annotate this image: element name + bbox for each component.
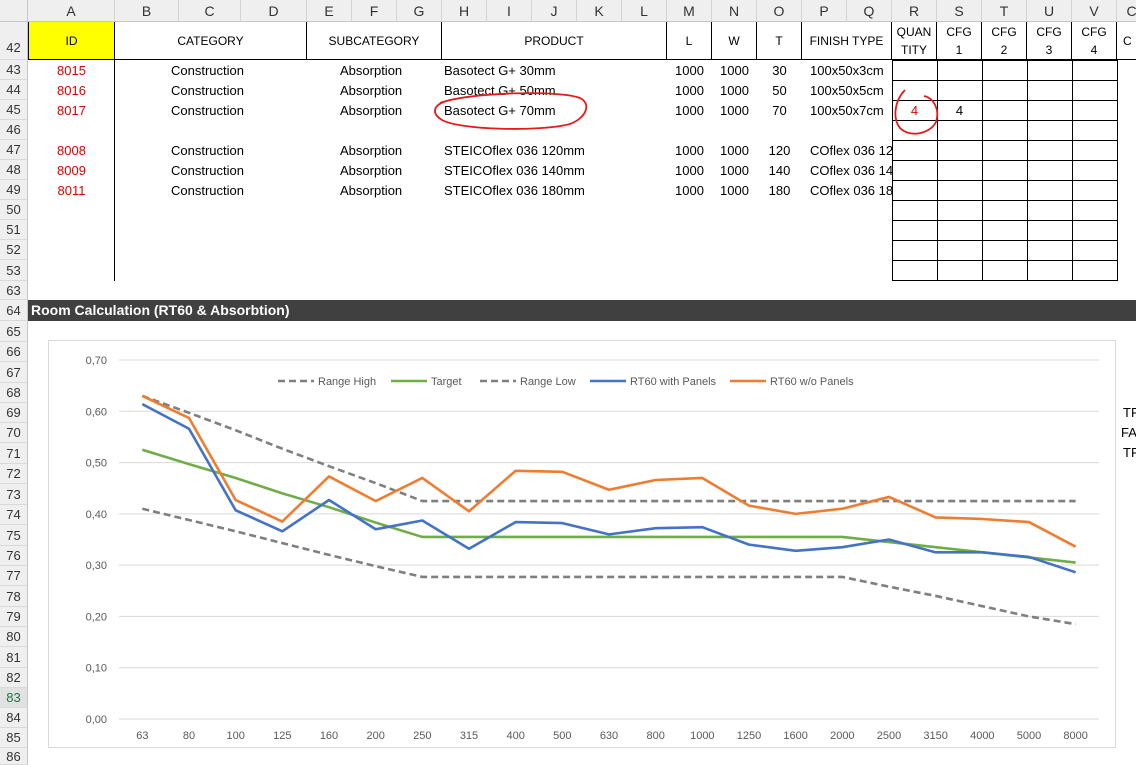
side-label-2: FA	[1121, 425, 1136, 440]
row-header-73[interactable]: 73	[0, 484, 28, 505]
y-tick-label: 0,20	[86, 611, 107, 623]
x-tick-label: 8000	[1063, 730, 1087, 742]
side-label-3: TF	[1123, 445, 1136, 460]
row-header-80[interactable]: 80	[0, 627, 28, 647]
x-tick-label: 3150	[923, 730, 947, 742]
y-tick-label: 0,60	[86, 406, 107, 418]
x-tick-label: 2000	[830, 730, 854, 742]
x-tick-label: 80	[183, 730, 195, 742]
x-tick-label: 800	[646, 730, 664, 742]
y-tick-label: 0,10	[86, 663, 107, 675]
y-tick-label: 0,70	[86, 355, 107, 367]
row-header-71[interactable]: 71	[0, 443, 28, 464]
row-header-82[interactable]: 82	[0, 668, 28, 688]
series-line-target	[141, 448, 1076, 564]
row-header-77[interactable]: 77	[0, 566, 28, 586]
legend-label: Target	[431, 376, 462, 388]
x-tick-label: 2500	[877, 730, 901, 742]
x-tick-label: 400	[506, 730, 524, 742]
row-header-65[interactable]: 65	[0, 321, 28, 342]
row-header-84[interactable]: 84	[0, 708, 28, 728]
side-label-1: TF	[1123, 405, 1136, 420]
series-line-range-low	[142, 507, 1076, 626]
row-header-83[interactable]: 83	[0, 688, 28, 708]
x-tick-label: 315	[460, 730, 478, 742]
x-tick-label: 63	[136, 730, 148, 742]
annotation-overlay	[434, 89, 939, 135]
y-tick-label: 0,50	[86, 458, 107, 470]
x-tick-label: 100	[226, 730, 244, 742]
row-header-67[interactable]: 67	[0, 362, 28, 383]
x-tick-label: 500	[553, 730, 571, 742]
x-tick-label: 1250	[737, 730, 761, 742]
x-tick-label: 125	[273, 730, 291, 742]
row-header-78[interactable]: 78	[0, 586, 28, 607]
x-tick-label: 160	[320, 730, 338, 742]
x-tick-label: 200	[366, 730, 384, 742]
x-tick-label: 630	[600, 730, 618, 742]
row-header-74[interactable]: 74	[0, 505, 28, 525]
row-header-86[interactable]: 86	[0, 748, 28, 765]
series-line-rt60-w-o-panels	[141, 394, 1077, 548]
product-highlight-circle	[434, 92, 588, 130]
row-header-64[interactable]: 64	[0, 300, 28, 321]
x-tick-label: 4000	[970, 730, 994, 742]
row-header-66[interactable]: 66	[0, 342, 28, 362]
legend-label: Range Low	[520, 376, 576, 388]
row-header-85[interactable]: 85	[0, 728, 28, 748]
legend-label: RT60 w/o Panels	[770, 376, 854, 388]
y-tick-label: 0,40	[86, 509, 107, 521]
section-banner: Room Calculation (RT60 & Absorbtion)	[28, 300, 1136, 321]
quantity-highlight-circle	[894, 89, 939, 135]
row-header-72[interactable]: 72	[0, 464, 28, 484]
x-tick-label: 250	[413, 730, 431, 742]
row-header-75[interactable]: 75	[0, 525, 28, 546]
legend-label: RT60 with Panels	[630, 376, 717, 388]
row-header-76[interactable]: 76	[0, 546, 28, 566]
rt60-chart[interactable]: 0,00 0,10 0,20 0,30 0,40 0,50 0,60 0,70 63 80 100 1…	[48, 340, 1116, 748]
y-tick-label: 0,00	[86, 714, 107, 726]
y-tick-label: 0,30	[86, 560, 107, 572]
row-header-79[interactable]: 79	[0, 607, 28, 627]
x-tick-label: 5000	[1017, 730, 1041, 742]
row-header-69[interactable]: 69	[0, 403, 28, 423]
x-tick-label: 1600	[783, 730, 807, 742]
x-tick-label: 1000	[690, 730, 714, 742]
row-header-81[interactable]: 81	[0, 647, 28, 668]
legend-label: Range High	[318, 376, 376, 388]
rt60-chart-svg: 0,00 0,10 0,20 0,30 0,40 0,50 0,60 0,70 63 80 100 1…	[86, 355, 1099, 742]
row-header-68[interactable]: 68	[0, 383, 28, 403]
row-header-70[interactable]: 70	[0, 423, 28, 443]
